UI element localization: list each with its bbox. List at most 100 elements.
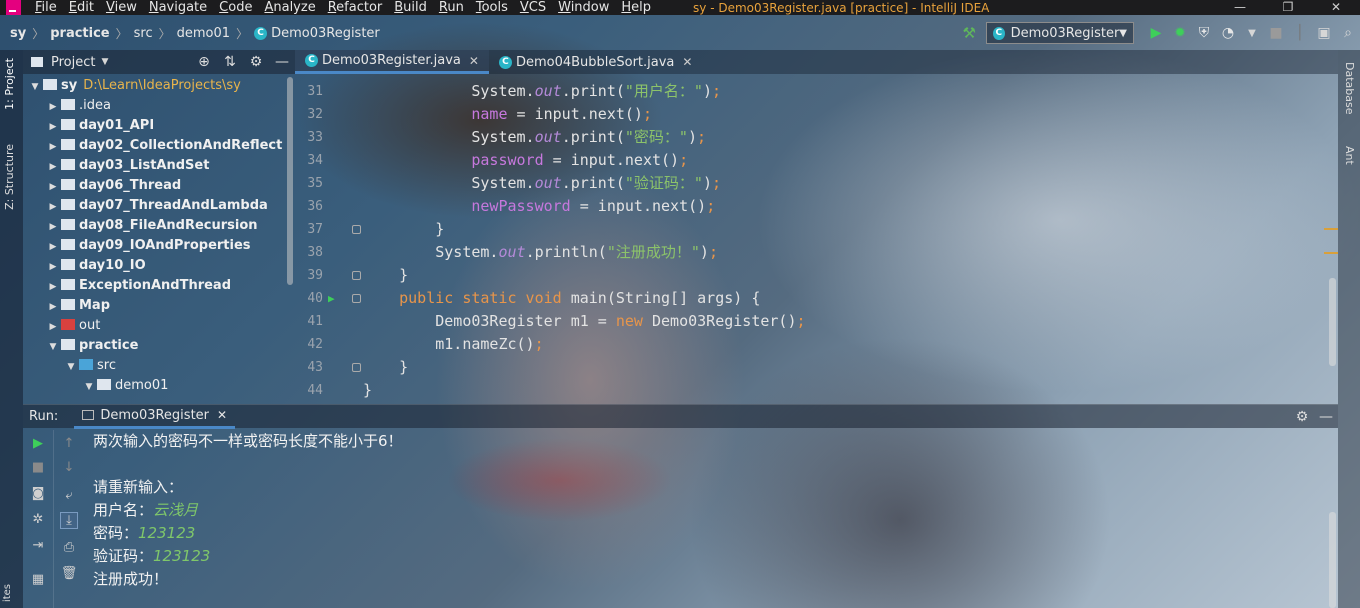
project-panel-title[interactable]: Project (51, 55, 95, 70)
stop-icon[interactable]: ■ (29, 460, 47, 475)
expand-arrow-right-icon[interactable]: ▶ (45, 257, 61, 277)
expand-arrow-right-icon[interactable]: ▶ (45, 197, 61, 217)
locate-target-icon[interactable]: ⊕ (191, 54, 217, 70)
camera-icon[interactable]: ◙ (29, 486, 47, 501)
ant-tool-tab[interactable]: Ant (1343, 146, 1356, 165)
scroll-to-end-icon[interactable]: ⤓ (60, 512, 78, 529)
breadcrumb-class[interactable]: Demo03Register (271, 26, 380, 41)
code-line[interactable]: 41 Demo03Register m1 = new Demo03Registe… (295, 310, 1325, 333)
editor-tab-demo03register[interactable]: C Demo03Register.java ✕ (295, 50, 489, 74)
tree-item[interactable]: ▶ ExceptionAndThread (23, 276, 295, 296)
menu-refactor[interactable]: Refactor (322, 0, 389, 15)
menu-navigate[interactable]: Navigate (143, 0, 213, 15)
tree-item[interactable]: ▼ demo01 (23, 376, 295, 396)
code-line[interactable]: 34 password = input.next(); (295, 149, 1325, 172)
expand-arrow-right-icon[interactable]: ▶ (45, 97, 61, 117)
project-structure-icon[interactable]: ▣ (1313, 25, 1335, 41)
expand-arrow-right-icon[interactable]: ▶ (45, 117, 61, 137)
trash-icon[interactable]: 🗑 (60, 566, 78, 581)
expand-arrow-right-icon[interactable]: ▶ (45, 317, 61, 337)
close-icon[interactable]: ✕ (682, 55, 692, 69)
tree-item[interactable]: ▶ day07_ThreadAndLambda (23, 196, 295, 216)
menu-file[interactable]: File (29, 0, 63, 15)
code-line[interactable]: 37 } (295, 218, 1325, 241)
run-tab-demo03register[interactable]: Demo03Register ✕ (74, 405, 236, 429)
expand-arrow-right-icon[interactable]: ▶ (45, 157, 61, 177)
settings-gear-icon[interactable]: ✲ (29, 512, 47, 527)
code-line[interactable]: 32 name = input.next(); (295, 103, 1325, 126)
run-icon[interactable]: ▶ (1145, 25, 1167, 41)
menu-window[interactable]: Window (552, 0, 615, 15)
expand-arrow-right-icon[interactable]: ▶ (45, 137, 61, 157)
code-line[interactable]: 43 } (295, 356, 1325, 379)
arrow-up-icon[interactable]: ↑ (60, 436, 78, 451)
editor-tab-demo04bubblesort[interactable]: C Demo04BubbleSort.java ✕ (489, 50, 703, 74)
tree-item[interactable]: ▶ day01_API (23, 116, 295, 136)
breadcrumb-module[interactable]: practice (50, 26, 109, 41)
exit-icon[interactable]: ⇥ (29, 538, 47, 553)
code-line[interactable]: 38 System.out.println("注册成功！"); (295, 241, 1325, 264)
expand-arrow-right-icon[interactable]: ▶ (45, 217, 61, 237)
expand-arrow-right-icon[interactable]: ▶ (45, 297, 61, 317)
project-tool-tab[interactable]: 1: Project (3, 58, 16, 110)
code-line[interactable]: 33 System.out.print("密码："); (295, 126, 1325, 149)
tree-item[interactable]: ▶ day10_IO (23, 256, 295, 276)
gutter-run-icon[interactable]: ▶ (328, 287, 335, 310)
menu-edit[interactable]: Edit (63, 0, 100, 15)
tree-item[interactable]: ▶ day03_ListAndSet (23, 156, 295, 176)
editor-scrollbar[interactable] (1329, 278, 1336, 366)
hide-panel-icon[interactable]: — (1314, 409, 1338, 425)
code-line[interactable]: 44} (295, 379, 1325, 402)
layout-icon[interactable]: ▦ (29, 572, 47, 587)
debug-bug-icon[interactable]: ✹ (1169, 25, 1191, 41)
close-button[interactable]: ✕ (1312, 0, 1360, 15)
code-line[interactable]: 36 newPassword = input.next(); (295, 195, 1325, 218)
stop-icon[interactable]: ■ (1265, 25, 1287, 41)
tree-item[interactable]: ▼ practice (23, 336, 295, 356)
menu-build[interactable]: Build (388, 0, 433, 15)
code-editor[interactable]: 31 System.out.print("用户名："); 32 name = in… (295, 80, 1338, 403)
fold-marker-icon[interactable] (352, 225, 361, 234)
fold-marker-icon[interactable] (352, 363, 361, 372)
tree-item[interactable]: ▼ sy D:\Learn\IdeaProjects\sy (23, 76, 295, 96)
breadcrumb-src[interactable]: src (134, 26, 153, 41)
menu-tools[interactable]: Tools (470, 0, 514, 15)
expand-arrow-down-icon[interactable]: ▼ (45, 337, 61, 357)
project-tree-scrollbar[interactable] (287, 77, 293, 285)
tree-item[interactable]: ▶ day02_CollectionAndReflect (23, 136, 295, 156)
soft-wrap-icon[interactable]: ⤶ (60, 488, 78, 503)
tree-item[interactable]: ▶ day08_FileAndRecursion (23, 216, 295, 236)
gear-icon[interactable]: ⚙ (243, 54, 269, 70)
menu-vcs[interactable]: VCS (514, 0, 552, 15)
print-icon[interactable]: ⎙ (60, 540, 78, 555)
expand-arrow-down-icon[interactable]: ▼ (63, 357, 79, 377)
menu-help[interactable]: Help (615, 0, 657, 15)
arrow-down-icon[interactable]: ↓ (60, 460, 78, 475)
gear-icon[interactable]: ⚙ (1290, 409, 1314, 425)
run-configuration-select[interactable]: C Demo03Register ▼ (986, 22, 1134, 44)
menu-run[interactable]: Run (433, 0, 470, 15)
close-icon[interactable]: ✕ (217, 408, 227, 422)
search-everywhere-icon[interactable]: ⌕ (1337, 25, 1359, 41)
coverage-shield-icon[interactable]: ⛨ (1193, 25, 1215, 41)
collapse-all-icon[interactable]: ⇅ (217, 54, 243, 70)
fold-marker-icon[interactable] (352, 294, 361, 303)
code-line[interactable]: 31 System.out.print("用户名："); (295, 80, 1325, 103)
breadcrumb-package[interactable]: demo01 (177, 26, 230, 41)
rerun-icon[interactable]: ▶ (29, 436, 47, 451)
tree-item[interactable]: ▼ src (23, 356, 295, 376)
code-line[interactable]: 40 ▶ public static void main(String[] arg… (295, 287, 1325, 310)
tree-item[interactable]: ▶ day09_IOAndProperties (23, 236, 295, 256)
chevron-down-icon[interactable]: ▼ (101, 57, 108, 67)
tree-item[interactable]: ▶ day06_Thread (23, 176, 295, 196)
hide-panel-icon[interactable]: — (269, 54, 295, 70)
minimize-button[interactable]: — (1216, 0, 1264, 15)
database-tool-tab[interactable]: Database (1343, 62, 1356, 115)
expand-arrow-right-icon[interactable]: ▶ (45, 177, 61, 197)
expand-arrow-down-icon[interactable]: ▼ (81, 377, 97, 397)
fold-marker-icon[interactable] (352, 271, 361, 280)
project-tree[interactable]: ▼ sy D:\Learn\IdeaProjects\sy ▶ .idea ▶ day01_… (23, 76, 295, 402)
expand-arrow-right-icon[interactable]: ▶ (45, 237, 61, 257)
error-stripe-marker[interactable] (1324, 252, 1338, 254)
code-line[interactable]: 35 System.out.print("验证码："); (295, 172, 1325, 195)
